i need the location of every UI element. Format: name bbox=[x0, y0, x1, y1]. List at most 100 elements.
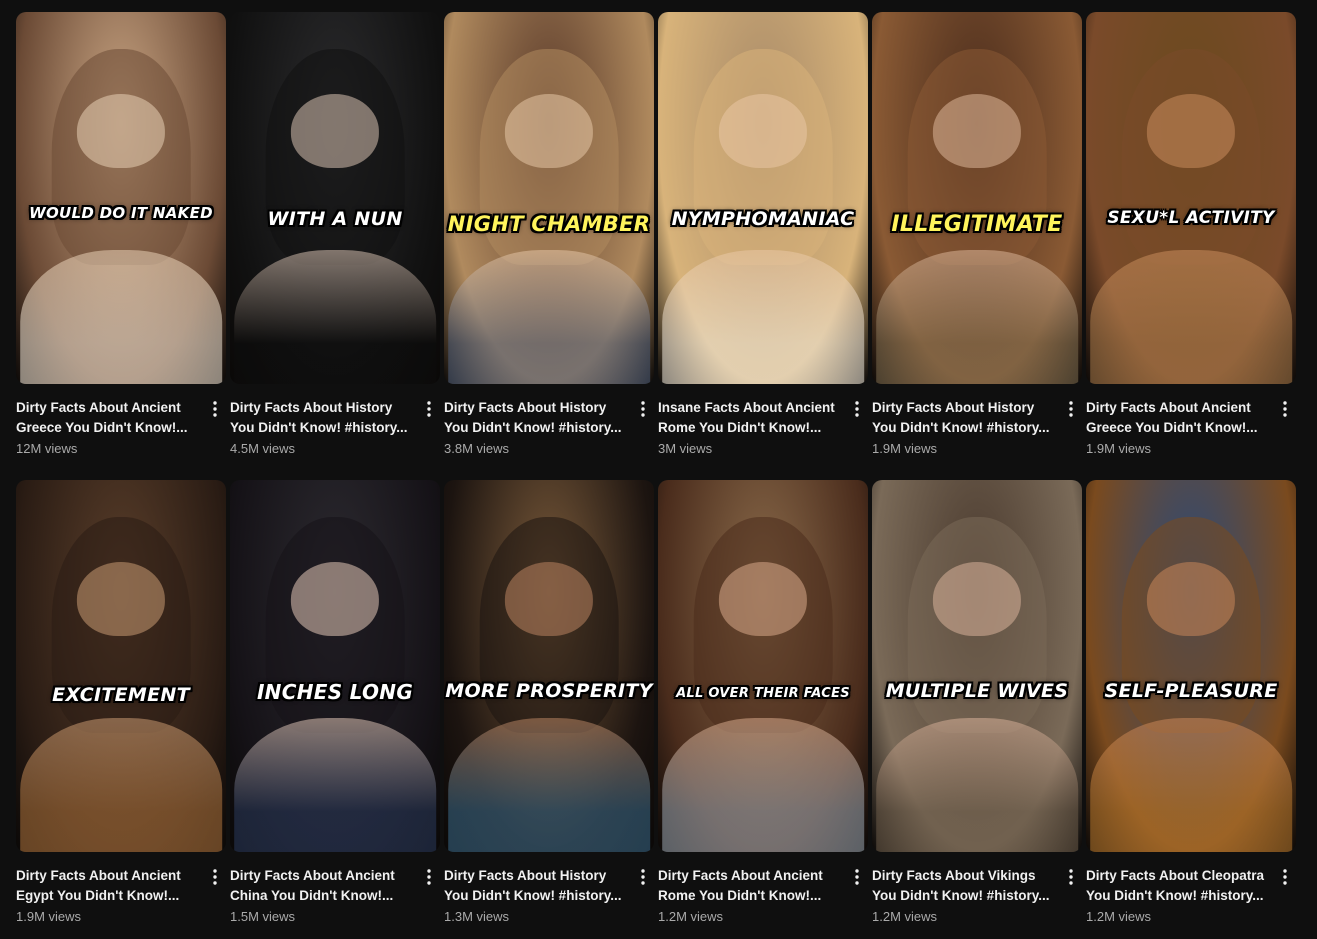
thumbnail-figure-body bbox=[234, 250, 436, 384]
short-view-count: 1.9M views bbox=[16, 909, 82, 924]
short-details: Dirty Facts About Ancient Greece You Did… bbox=[1086, 398, 1296, 458]
short-details: Dirty Facts About Ancient Rome You Didn'… bbox=[658, 866, 868, 926]
short-details: Insane Facts About Ancient Rome You Didn… bbox=[658, 398, 868, 458]
short-details: Dirty Facts About Ancient China You Didn… bbox=[230, 866, 440, 926]
short-title[interactable]: Dirty Facts About Ancient Greece You Did… bbox=[1086, 398, 1266, 438]
thumbnail-caption: EXCITEMENT bbox=[52, 684, 190, 706]
short-view-count: 3M views bbox=[658, 441, 713, 456]
short-thumbnail[interactable]: SELF-PLEASURE bbox=[1086, 480, 1296, 852]
thumbnail-figure-face bbox=[718, 561, 808, 637]
short-thumbnail[interactable]: MULTIPLE WIVES bbox=[872, 480, 1082, 852]
shorts-grid: WOULD DO IT NAKED Dirty Facts About Anci… bbox=[0, 0, 1317, 939]
thumbnail-figure-body bbox=[448, 250, 650, 384]
short-details: Dirty Facts About History You Didn't Kno… bbox=[872, 398, 1082, 458]
short-details: Dirty Facts About Vikings You Didn't Kno… bbox=[872, 866, 1082, 926]
thumbnail-figure-face bbox=[1146, 93, 1236, 169]
thumbnail-figure-body bbox=[234, 718, 436, 852]
thumbnail-figure-face bbox=[718, 93, 808, 169]
short-view-count: 3.8M views bbox=[444, 441, 510, 456]
short-details: Dirty Facts About Ancient Greece You Did… bbox=[16, 398, 226, 458]
short-thumbnail[interactable]: NYMPHOMANIAC bbox=[658, 12, 868, 384]
more-vert-icon[interactable] bbox=[846, 399, 868, 421]
short-card[interactable]: NYMPHOMANIAC Insane Facts About Ancient … bbox=[658, 12, 868, 458]
short-view-count: 1.2M views bbox=[872, 909, 938, 924]
thumbnail-caption: WOULD DO IT NAKED bbox=[29, 204, 213, 222]
short-title[interactable]: Dirty Facts About Vikings You Didn't Kno… bbox=[872, 866, 1052, 906]
short-thumbnail[interactable]: SEXU*L ACTIVITY bbox=[1086, 12, 1296, 384]
short-title[interactable]: Dirty Facts About Ancient Greece You Did… bbox=[16, 398, 196, 438]
short-view-count: 1.2M views bbox=[658, 909, 724, 924]
short-view-count: 1.9M views bbox=[1086, 441, 1152, 456]
short-thumbnail[interactable]: ILLEGITIMATE bbox=[872, 12, 1082, 384]
thumbnail-caption: MORE PROSPERITY bbox=[445, 680, 653, 702]
thumbnail-caption: NIGHT CHAMBER bbox=[447, 212, 651, 236]
short-thumbnail[interactable]: NIGHT CHAMBER bbox=[444, 12, 654, 384]
short-card[interactable]: SEXU*L ACTIVITY Dirty Facts About Ancien… bbox=[1086, 12, 1296, 458]
thumbnail-caption: WITH A NUN bbox=[267, 208, 403, 230]
short-card[interactable]: SELF-PLEASURE Dirty Facts About Cleopatr… bbox=[1086, 480, 1296, 926]
short-card[interactable]: EXCITEMENT Dirty Facts About Ancient Egy… bbox=[16, 480, 226, 926]
short-thumbnail[interactable]: EXCITEMENT bbox=[16, 480, 226, 852]
short-card[interactable]: MORE PROSPERITY Dirty Facts About Histor… bbox=[444, 480, 654, 926]
short-card[interactable]: NIGHT CHAMBER Dirty Facts About History … bbox=[444, 12, 654, 458]
short-title[interactable]: Insane Facts About Ancient Rome You Didn… bbox=[658, 398, 838, 438]
more-vert-icon[interactable] bbox=[418, 867, 440, 889]
short-card[interactable]: WOULD DO IT NAKED Dirty Facts About Anci… bbox=[16, 12, 226, 458]
thumbnail-figure-face bbox=[76, 561, 166, 637]
more-vert-icon[interactable] bbox=[1274, 867, 1296, 889]
short-title[interactable]: Dirty Facts About History You Didn't Kno… bbox=[444, 398, 624, 438]
short-card[interactable]: MULTIPLE WIVES Dirty Facts About Vikings… bbox=[872, 480, 1082, 926]
short-card[interactable]: INCHES LONG Dirty Facts About Ancient Ch… bbox=[230, 480, 440, 926]
short-view-count: 1.9M views bbox=[872, 441, 938, 456]
short-details: Dirty Facts About History You Didn't Kno… bbox=[444, 398, 654, 458]
more-vert-icon[interactable] bbox=[632, 399, 654, 421]
short-title[interactable]: Dirty Facts About History You Didn't Kno… bbox=[872, 398, 1052, 438]
more-vert-icon[interactable] bbox=[204, 399, 226, 421]
more-vert-icon[interactable] bbox=[1060, 867, 1082, 889]
short-thumbnail[interactable]: WOULD DO IT NAKED bbox=[16, 12, 226, 384]
more-vert-icon[interactable] bbox=[1060, 399, 1082, 421]
thumbnail-figure-face bbox=[932, 93, 1022, 169]
more-vert-icon[interactable] bbox=[632, 867, 654, 889]
thumbnail-figure-body bbox=[1090, 250, 1292, 384]
thumbnail-figure-body bbox=[20, 250, 222, 384]
short-view-count: 12M views bbox=[16, 441, 78, 456]
thumbnail-caption: ALL OVER THEIR FACES bbox=[676, 686, 850, 701]
thumbnail-figure-body bbox=[876, 250, 1078, 384]
short-title[interactable]: Dirty Facts About History You Didn't Kno… bbox=[444, 866, 624, 906]
thumbnail-figure-face bbox=[504, 93, 594, 169]
thumbnail-figure-face bbox=[290, 561, 380, 637]
thumbnail-figure-face bbox=[290, 93, 380, 169]
more-vert-icon[interactable] bbox=[204, 867, 226, 889]
short-view-count: 1.2M views bbox=[1086, 909, 1152, 924]
short-card[interactable]: ALL OVER THEIR FACES Dirty Facts About A… bbox=[658, 480, 868, 926]
thumbnail-figure-body bbox=[1090, 718, 1292, 852]
thumbnail-caption: NYMPHOMANIAC bbox=[671, 208, 855, 230]
short-card[interactable]: ILLEGITIMATE Dirty Facts About History Y… bbox=[872, 12, 1082, 458]
more-vert-icon[interactable] bbox=[418, 399, 440, 421]
thumbnail-figure-face bbox=[1146, 561, 1236, 637]
thumbnail-caption: SELF-PLEASURE bbox=[1104, 680, 1278, 702]
short-details: Dirty Facts About History You Didn't Kno… bbox=[230, 398, 440, 458]
thumbnail-figure-body bbox=[448, 718, 650, 852]
short-title[interactable]: Dirty Facts About Ancient China You Didn… bbox=[230, 866, 410, 906]
short-title[interactable]: Dirty Facts About Ancient Rome You Didn'… bbox=[658, 866, 838, 906]
more-vert-icon[interactable] bbox=[846, 867, 868, 889]
more-vert-icon[interactable] bbox=[1274, 399, 1296, 421]
short-thumbnail[interactable]: MORE PROSPERITY bbox=[444, 480, 654, 852]
short-title[interactable]: Dirty Facts About Cleopatra You Didn't K… bbox=[1086, 866, 1266, 906]
thumbnail-figure-face bbox=[76, 93, 166, 169]
thumbnail-figure-face bbox=[504, 561, 594, 637]
thumbnail-caption: MULTIPLE WIVES bbox=[885, 680, 1069, 702]
short-title[interactable]: Dirty Facts About Ancient Egypt You Didn… bbox=[16, 866, 196, 906]
short-thumbnail[interactable]: INCHES LONG bbox=[230, 480, 440, 852]
thumbnail-figure-body bbox=[662, 250, 864, 384]
short-thumbnail[interactable]: WITH A NUN bbox=[230, 12, 440, 384]
thumbnail-figure-body bbox=[662, 718, 864, 852]
short-card[interactable]: WITH A NUN Dirty Facts About History You… bbox=[230, 12, 440, 458]
thumbnail-figure-face bbox=[932, 561, 1022, 637]
short-title[interactable]: Dirty Facts About History You Didn't Kno… bbox=[230, 398, 410, 438]
short-thumbnail[interactable]: ALL OVER THEIR FACES bbox=[658, 480, 868, 852]
thumbnail-caption: ILLEGITIMATE bbox=[891, 212, 1063, 237]
short-view-count: 4.5M views bbox=[230, 441, 296, 456]
